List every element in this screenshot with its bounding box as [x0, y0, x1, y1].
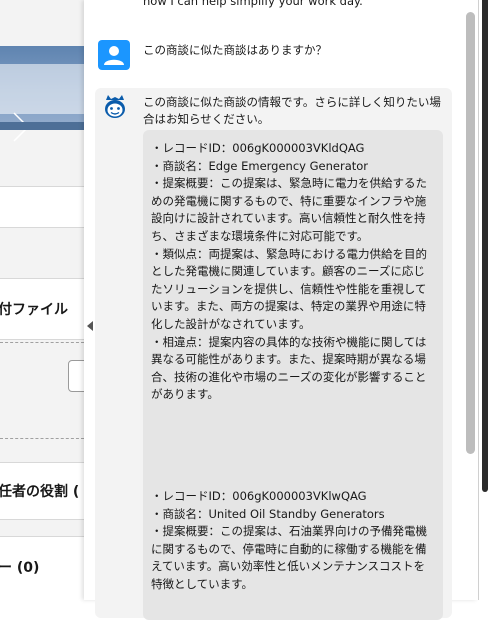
similarities: ・類似点：両提案は、緊急時における電力供給を目的とした発電機に関連しています。顧… [151, 246, 427, 331]
opportunity-name: ・商談名：United Oil Standby Generators [151, 506, 385, 521]
proposal-summary: ・提案概要：この提案は、緊急時に電力を供給するための発電機に関するもので、特に重… [151, 176, 427, 243]
role-section: 任者の役割 ( [0, 462, 84, 520]
user-icon [98, 40, 130, 70]
differences: ・相違点：提案内容の具体的な技術や機能に関しては異なる可能性があります。また、提… [151, 334, 427, 402]
path-banner [0, 46, 84, 142]
banner-divider [0, 122, 84, 130]
bot-intro-text: この商談に似た商談の情報です。さらに詳しく知りたい場合はお知らせください。 [143, 95, 441, 126]
attachment-heading: 付ファイル [0, 302, 68, 318]
proposal-summary: ・提案概要：この提案は、石油業界向けの予備発電機に関するもので、停電時に自動的に… [151, 524, 427, 591]
background-record-page: 付ファイル 任者の役割 ( ー (0) [0, 0, 84, 600]
related-section: ー (0) [0, 536, 84, 600]
user-message: この商談に似た商談はありますか？ [143, 43, 327, 57]
similar-opportunity-entry: ・レコードID：006gK000003VKlwQAG ・商談名：United O… [151, 488, 436, 594]
dashed-divider [0, 342, 84, 343]
dashed-divider [0, 438, 84, 439]
record-section [0, 186, 84, 228]
chat-scrollbar[interactable] [466, 12, 475, 454]
record-id: ・レコードID：006gK000003VKldQAG [151, 141, 365, 155]
record-id: ・レコードID：006gK000003VKlwQAG [151, 489, 367, 503]
opportunity-name: ・商談名：Edge Emergency Generator [151, 158, 369, 173]
upload-button[interactable] [68, 360, 84, 392]
window-scrollbar[interactable] [478, 0, 489, 600]
related-count-heading: ー (0) [0, 560, 40, 576]
previous-message-text: how I can help simplify your work day. [143, 0, 363, 8]
role-heading: 任者の役割 ( [0, 484, 80, 500]
attachment-section: 付ファイル [0, 278, 84, 340]
einstein-bot-icon [100, 92, 130, 122]
similar-opportunity-entry: ・レコードID：006gK000003VKldQAG ・商談名：Edge Eme… [151, 140, 436, 404]
